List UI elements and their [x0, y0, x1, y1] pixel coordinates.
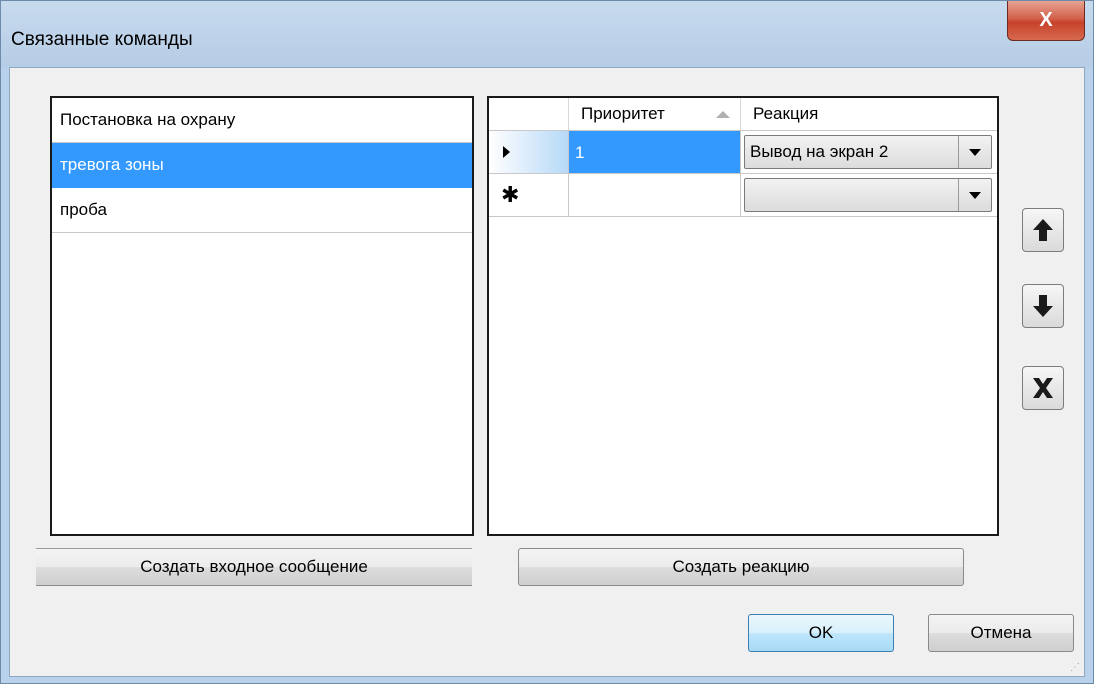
reaction-cell[interactable] — [741, 174, 997, 217]
table-row-new[interactable]: ✱ — [489, 174, 997, 217]
row-header[interactable] — [489, 131, 569, 174]
window-title: Связанные команды — [11, 29, 193, 50]
reaction-cell[interactable]: Вывод на экран 2 — [741, 131, 997, 174]
priority-cell[interactable]: 1 — [569, 131, 741, 174]
arrow-up-icon — [1033, 219, 1053, 241]
close-button[interactable]: X — [1007, 1, 1085, 41]
resize-grip-icon[interactable]: ⋰ — [1070, 662, 1080, 673]
messages-listbox[interactable]: Постановка на охрану тревога зоны проба — [50, 96, 474, 536]
close-icon: X — [1039, 9, 1053, 31]
chevron-down-icon[interactable] — [958, 179, 991, 211]
table-row[interactable]: 1 Вывод на экран 2 — [489, 131, 997, 174]
row-header[interactable]: ✱ — [489, 174, 569, 217]
create-message-button[interactable]: Создать входное сообщение — [36, 548, 472, 586]
title-bar[interactable]: Связанные команды X — [1, 1, 1093, 67]
reaction-combobox-value: Вывод на экран 2 — [750, 142, 889, 161]
move-up-button[interactable] — [1022, 208, 1064, 252]
cancel-button[interactable]: Отмена — [928, 614, 1074, 652]
delete-button[interactable] — [1022, 366, 1064, 410]
current-row-icon — [503, 146, 510, 158]
reactions-grid[interactable]: Приоритет Реакция 1 Вывод на экран 2 ✱ — [487, 96, 999, 536]
list-item-selected[interactable]: тревога зоны — [52, 143, 472, 188]
grid-header: Приоритет Реакция — [489, 98, 997, 131]
column-header-label: Реакция — [753, 104, 819, 123]
dialog-client-area: Постановка на охрану тревога зоны проба … — [9, 67, 1085, 677]
grid-corner-cell — [489, 98, 569, 130]
column-header-label: Приоритет — [581, 104, 665, 123]
chevron-down-icon[interactable] — [958, 136, 991, 168]
create-reaction-button[interactable]: Создать реакцию — [518, 548, 964, 586]
sort-ascending-icon — [716, 111, 730, 118]
list-item[interactable]: Постановка на охрану — [52, 98, 472, 143]
dialog-window: Связанные команды X Постановка на охрану… — [0, 0, 1094, 684]
new-row-icon: ✱ — [501, 182, 520, 207]
arrow-down-icon — [1033, 295, 1053, 317]
x-icon — [1033, 378, 1053, 398]
reaction-combobox[interactable] — [744, 178, 992, 212]
column-header-reaction[interactable]: Реакция — [741, 98, 997, 130]
priority-cell[interactable] — [569, 174, 741, 217]
ok-button[interactable]: OK — [748, 614, 894, 652]
column-header-priority[interactable]: Приоритет — [569, 98, 741, 130]
list-item[interactable]: проба — [52, 188, 472, 233]
reaction-combobox[interactable]: Вывод на экран 2 — [744, 135, 992, 169]
move-down-button[interactable] — [1022, 284, 1064, 328]
